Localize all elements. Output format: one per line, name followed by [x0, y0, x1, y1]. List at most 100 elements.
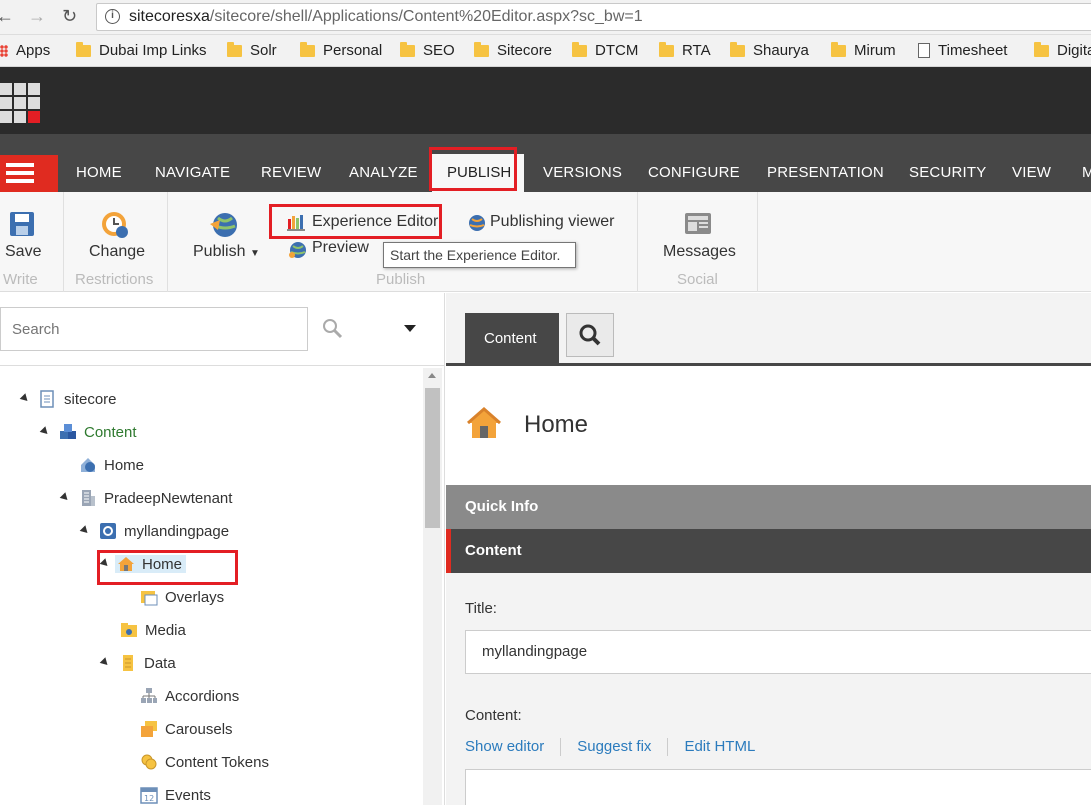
publish-globe-icon	[210, 213, 237, 237]
site-globe-icon	[99, 522, 117, 540]
tree-item-home[interactable]: Home	[79, 453, 144, 477]
folder-icon	[227, 41, 242, 57]
section-content[interactable]: Content	[446, 529, 1091, 573]
tree-item-content[interactable]: Content	[38, 420, 137, 444]
bookmark-page[interactable]: Timesheet	[918, 42, 1007, 59]
tree-item-sitecore[interactable]: sitecore	[18, 387, 117, 411]
forward-icon[interactable]: →	[28, 6, 46, 27]
folder-icon	[1034, 41, 1049, 57]
bookmark-folder[interactable]: Dubai Imp Links	[76, 41, 207, 59]
tab-presentation[interactable]: PRESENTATION	[767, 164, 884, 181]
bookmark-folder[interactable]: SEO	[400, 41, 455, 59]
preview-globe-icon	[289, 242, 306, 258]
search-icon	[579, 324, 601, 346]
bookmark-apps[interactable]: Apps	[0, 42, 50, 59]
tab-review[interactable]: REVIEW	[261, 164, 321, 181]
group-write: Write	[3, 271, 38, 288]
tab-more[interactable]: M	[1082, 164, 1091, 181]
experience-editor-tooltip: Start the Experience Editor.	[383, 242, 576, 268]
tree-item-content-tokens[interactable]: Content Tokens	[140, 750, 269, 774]
title-field[interactable]: myllandingpage	[465, 630, 1091, 674]
url-host: sitecoresxa	[129, 8, 210, 25]
search-input[interactable]	[0, 307, 308, 351]
menu-icon[interactable]	[0, 155, 58, 192]
show-editor-link[interactable]: Show editor	[465, 738, 544, 755]
editor-pane: Content Home Quick Info Content Title: m…	[446, 293, 1091, 805]
group-social: Social	[677, 271, 718, 288]
bookmark-folder[interactable]: RTA	[659, 41, 711, 59]
collapse-arrow-icon[interactable]	[39, 426, 51, 437]
bookmark-folder[interactable]: Shaurya	[730, 41, 809, 59]
tab-home[interactable]: HOME	[76, 164, 122, 181]
tab-analyze[interactable]: ANALYZE	[349, 164, 418, 181]
restrictions-clock-icon	[102, 212, 128, 238]
media-folder-icon	[120, 621, 138, 639]
bookmarks-bar: Apps Dubai Imp Links Solr Personal SEO S…	[0, 35, 1091, 67]
suggest-fix-link[interactable]: Suggest fix	[577, 738, 651, 755]
save-icon	[10, 212, 34, 236]
folder-icon	[659, 41, 674, 57]
tokens-icon	[140, 753, 158, 771]
search-icon[interactable]	[322, 318, 344, 340]
tab-security[interactable]: SECURITY	[909, 164, 986, 181]
publishing-viewer-button[interactable]: Publishing viewer	[490, 213, 615, 231]
scroll-up-arrow-icon[interactable]	[428, 373, 436, 378]
data-folder-icon	[119, 654, 137, 672]
url-path: /sitecore/shell/Applications/Content%20E…	[209, 8, 643, 25]
search-options-dropdown-icon[interactable]	[404, 325, 416, 332]
messages-icon	[685, 213, 711, 234]
overlays-folder-icon	[140, 588, 158, 606]
edit-html-link[interactable]: Edit HTML	[684, 738, 755, 755]
launchpad-icon[interactable]	[0, 83, 40, 123]
scrollbar-thumb[interactable]	[425, 388, 440, 528]
content-tree-pane: sitecore Content Home PradeepNewtenant m…	[0, 293, 445, 805]
change-restrictions-button[interactable]: Change	[89, 243, 145, 261]
collapse-arrow-icon[interactable]	[99, 657, 111, 668]
tree-item-site[interactable]: myllandingpage	[78, 519, 229, 543]
browser-address-bar: ← → ↻ i sitecoresxa/sitecore/shell/Appli…	[0, 0, 1091, 35]
messages-button[interactable]: Messages	[663, 243, 736, 261]
site-info-icon[interactable]: i	[105, 9, 120, 24]
tab-versions[interactable]: VERSIONS	[543, 164, 622, 181]
reload-icon[interactable]: ↻	[62, 6, 77, 27]
ribbon-tabs: HOME NAVIGATE REVIEW ANALYZE VERSIONS CO…	[0, 134, 1091, 192]
tree-item-data[interactable]: Data	[98, 651, 176, 675]
item-title: Home	[524, 411, 589, 438]
tree-scrollbar[interactable]	[423, 368, 442, 805]
tab-content[interactable]: Content	[465, 313, 559, 365]
item-header: Home	[446, 366, 1091, 486]
tab-navigate[interactable]: NAVIGATE	[155, 164, 230, 181]
bookmark-folder[interactable]: Solr	[227, 41, 277, 59]
preview-button[interactable]: Preview	[312, 239, 369, 257]
tree-item-events[interactable]: 12 Events	[140, 783, 211, 805]
tree-item-media[interactable]: Media	[120, 618, 186, 642]
bookmark-folder[interactable]: DTCM	[572, 41, 638, 59]
tab-view[interactable]: VIEW	[1012, 164, 1051, 181]
dropdown-caret-icon: ▼	[249, 248, 260, 259]
folder-icon	[76, 41, 91, 57]
tab-configure[interactable]: CONFIGURE	[648, 164, 740, 181]
content-rich-text-field[interactable]	[465, 769, 1091, 805]
search-tab[interactable]	[566, 313, 614, 357]
publishing-viewer-icon	[469, 215, 485, 231]
collapse-arrow-icon[interactable]	[59, 492, 71, 503]
collapse-arrow-icon[interactable]	[79, 525, 91, 536]
section-quick-info[interactable]: Quick Info	[446, 485, 1091, 529]
tree-item-tenant[interactable]: PradeepNewtenant	[58, 486, 232, 510]
save-button[interactable]: Save	[5, 243, 41, 261]
url-field[interactable]: i sitecoresxa/sitecore/shell/Application…	[96, 3, 1091, 31]
bookmark-folder[interactable]: Personal	[300, 41, 382, 59]
highlight-home-item	[97, 550, 238, 585]
tree-item-carousels[interactable]: Carousels	[140, 717, 233, 741]
tree-item-overlays[interactable]: Overlays	[140, 585, 224, 609]
folder-icon	[730, 41, 745, 57]
tree-item-accordions[interactable]: Accordions	[140, 684, 239, 708]
bookmark-folder[interactable]: Digita	[1034, 41, 1091, 59]
document-icon	[39, 390, 57, 408]
bookmark-folder[interactable]: Mirum	[831, 41, 896, 59]
bookmark-folder[interactable]: Sitecore	[474, 41, 552, 59]
back-icon[interactable]: ←	[0, 6, 14, 27]
collapse-arrow-icon[interactable]	[19, 393, 31, 404]
publish-dropdown-button[interactable]: Publish ▼	[193, 243, 260, 261]
folder-icon	[572, 41, 587, 57]
